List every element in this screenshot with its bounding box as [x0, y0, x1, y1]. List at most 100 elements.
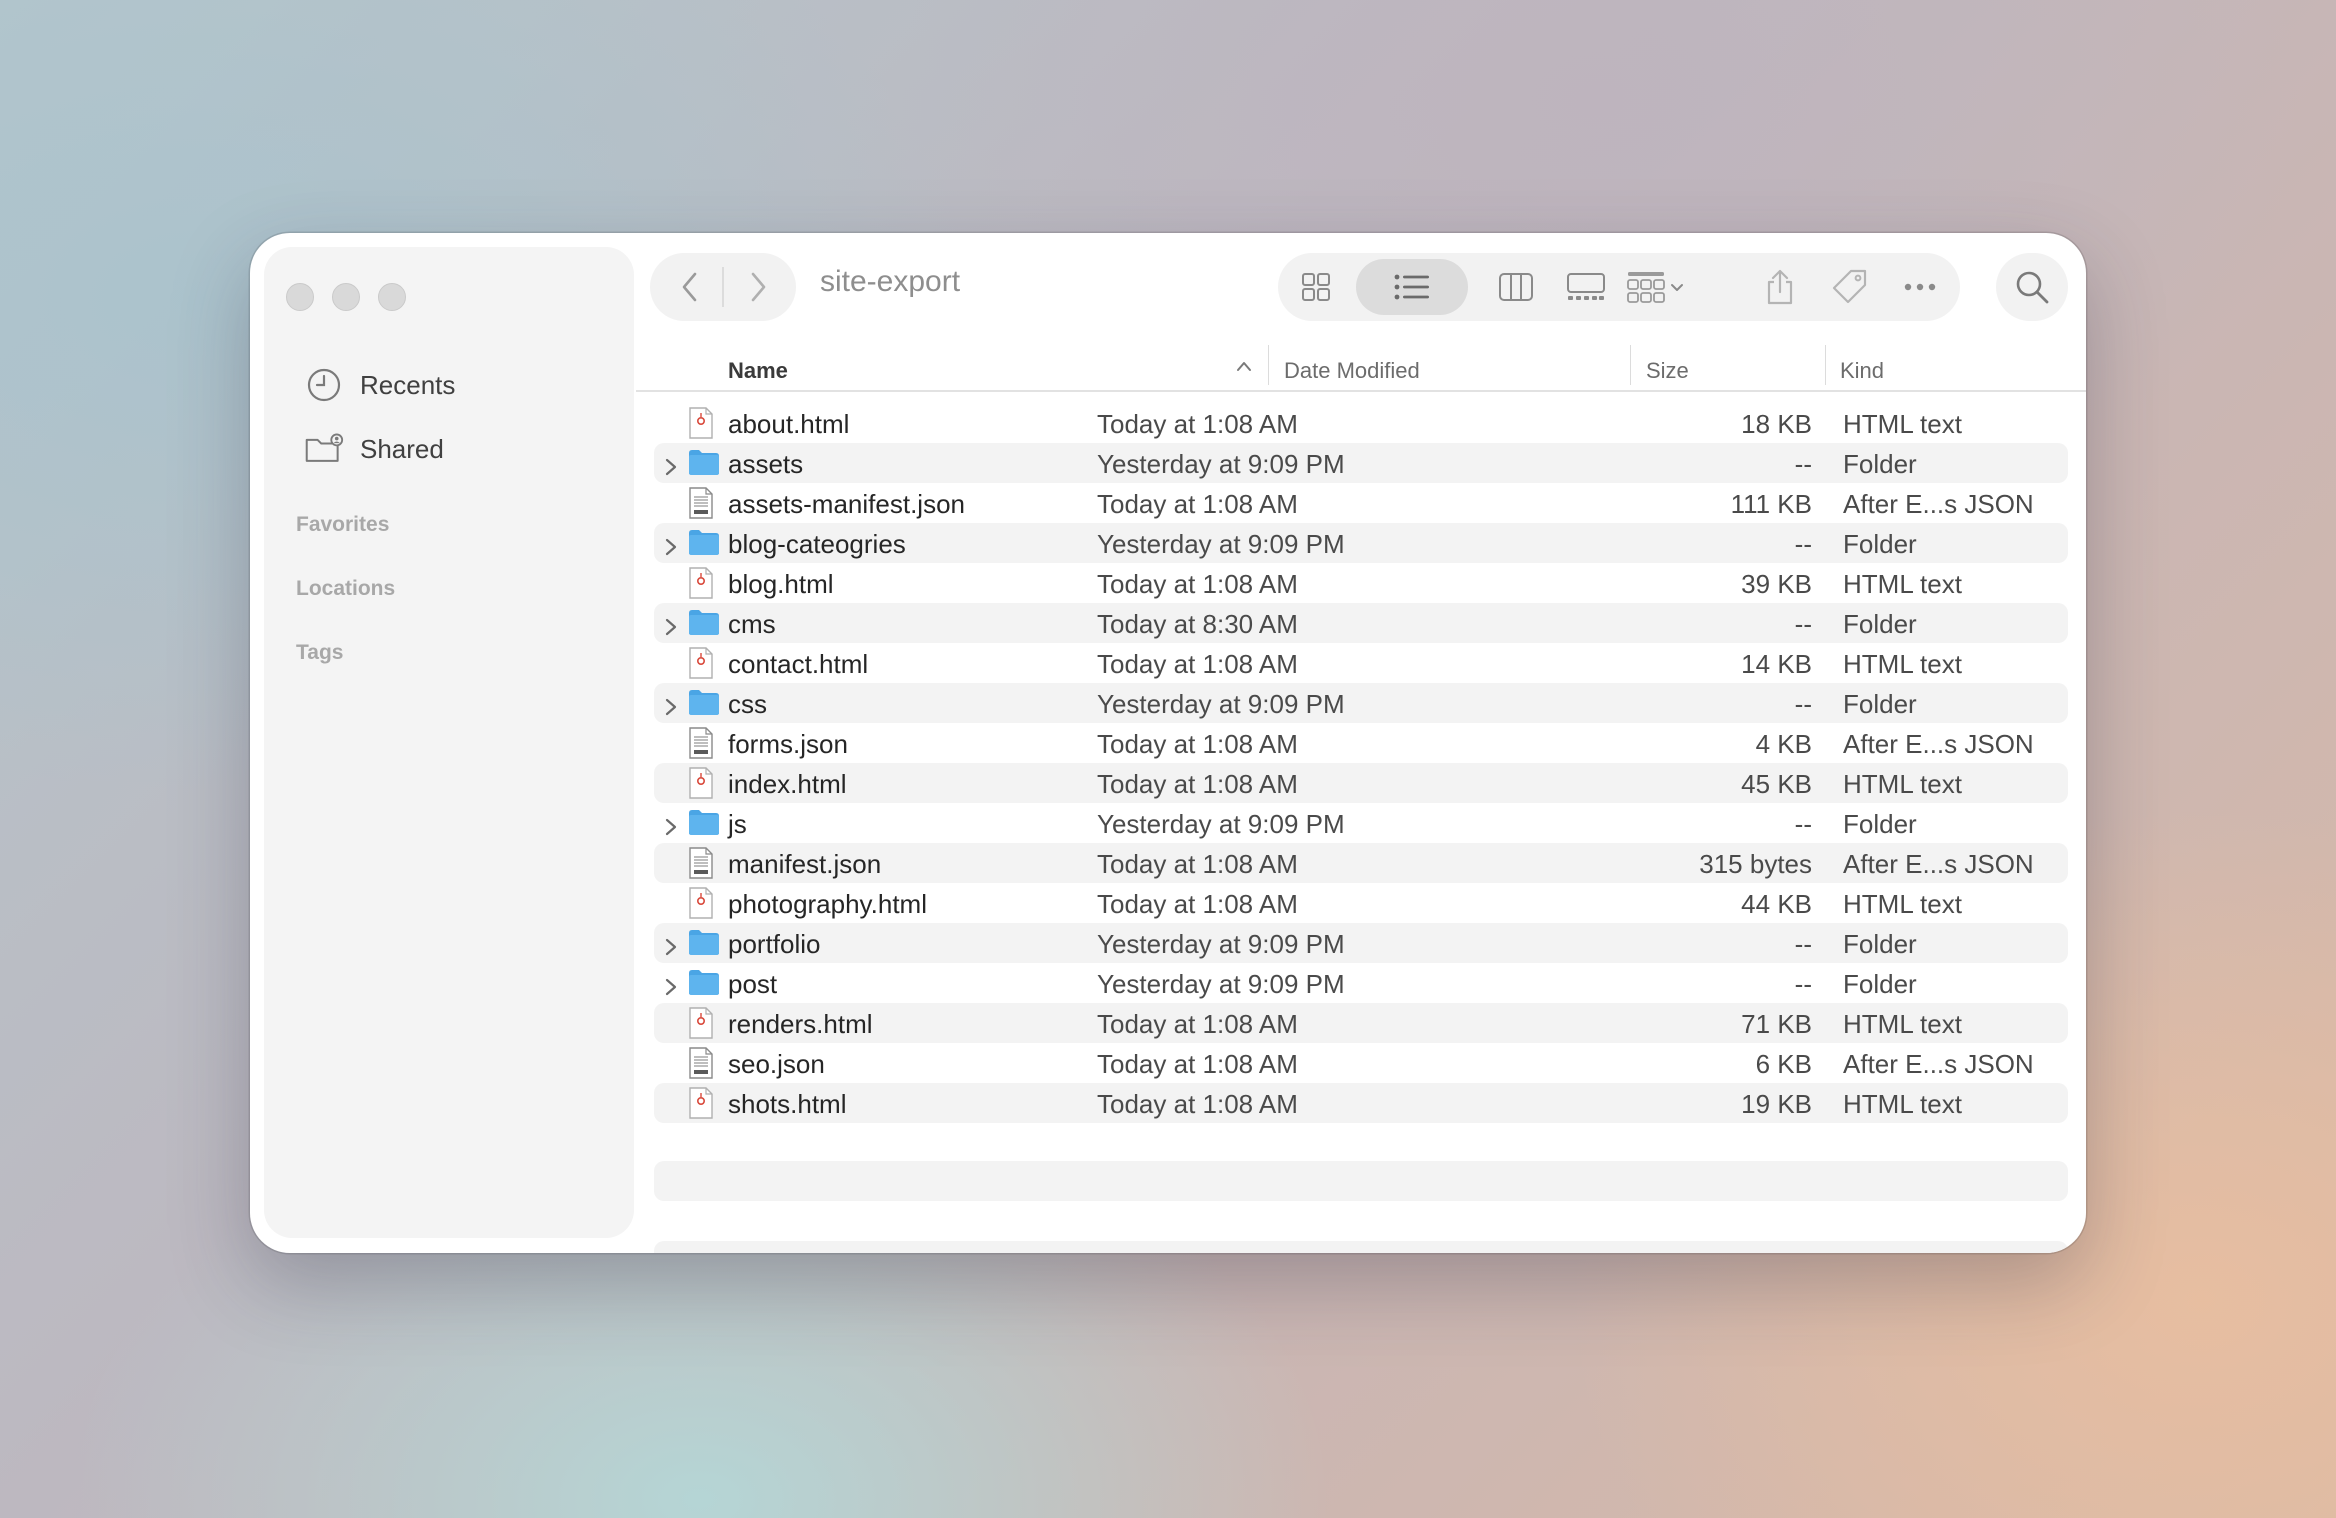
file-list: about.html Today at 1:08 AM 18 KB HTML text… — [654, 403, 2068, 1123]
file-row[interactable]: seo.json Today at 1:08 AM 6 KB After E...s … — [654, 1043, 2068, 1083]
column-header-date[interactable]: Date Modified — [1284, 351, 1420, 391]
file-kind: Folder — [1843, 529, 1917, 559]
list-icon — [1394, 274, 1429, 300]
file-name: post — [728, 969, 778, 999]
column-divider[interactable] — [1630, 345, 1631, 385]
zoom-window-button[interactable] — [378, 283, 406, 311]
html-file-icon — [688, 767, 718, 799]
file-size: 111 KB — [1730, 489, 1812, 519]
file-row[interactable]: index.html Today at 1:08 AM 45 KB HTML text — [654, 763, 2068, 803]
more-button[interactable] — [1896, 263, 1944, 311]
column-divider[interactable] — [1825, 345, 1826, 385]
sidebar-section-tags[interactable]: Tags — [296, 641, 343, 665]
json-file-icon — [688, 727, 718, 759]
file-row[interactable]: portfolio Yesterday at 9:09 PM -- Folder — [654, 923, 2068, 963]
file-name: js — [728, 809, 747, 839]
file-row[interactable]: assets-manifest.json Today at 1:08 AM 111 … — [654, 483, 2068, 523]
disclosure-chevron-icon[interactable] — [662, 813, 680, 836]
disclosure-chevron-icon[interactable] — [662, 533, 680, 556]
file-size: 315 bytes — [1699, 849, 1812, 879]
column-header-size[interactable]: Size — [1646, 351, 1689, 391]
column-view-button[interactable] — [1490, 263, 1542, 311]
file-row[interactable]: cms Today at 8:30 AM -- Folder — [654, 603, 2068, 643]
file-row[interactable]: manifest.json Today at 1:08 AM 315 bytes Af… — [654, 843, 2068, 883]
group-icon — [1622, 267, 1692, 307]
file-date-modified: Today at 1:08 AM — [1097, 769, 1298, 799]
file-row[interactable]: shots.html Today at 1:08 AM 19 KB HTML text — [654, 1083, 2068, 1123]
sidebar-section-locations[interactable]: Locations — [296, 577, 395, 601]
group-by-button[interactable] — [1606, 253, 1706, 321]
file-row[interactable]: photography.html Today at 1:08 AM 44 KB HTM… — [654, 883, 2068, 923]
file-date-modified: Yesterday at 9:09 PM — [1097, 449, 1345, 479]
sidebar-item-shared[interactable]: Shared — [304, 427, 444, 471]
file-name: manifest.json — [728, 849, 882, 879]
html-file-icon — [688, 647, 718, 679]
sort-ascending-icon[interactable] — [1236, 359, 1252, 378]
forward-button[interactable] — [738, 267, 778, 307]
file-row[interactable]: forms.json Today at 1:08 AM 4 KB After E...… — [654, 723, 2068, 763]
columns-icon — [1499, 273, 1533, 301]
search-button[interactable] — [1996, 253, 2068, 321]
gallery-view-button[interactable] — [1560, 263, 1612, 311]
file-row[interactable]: renders.html Today at 1:08 AM 71 KB HTML te… — [654, 1003, 2068, 1043]
file-size: 18 KB — [1741, 409, 1812, 439]
file-date-modified: Today at 1:08 AM — [1097, 889, 1298, 919]
disclosure-chevron-icon[interactable] — [662, 613, 680, 636]
file-row[interactable]: post Yesterday at 9:09 PM -- Folder — [654, 963, 2068, 1003]
sidebar-section-favorites[interactable]: Favorites — [296, 513, 389, 537]
list-view-button[interactable] — [1356, 259, 1468, 315]
icon-view-button[interactable] — [1292, 263, 1340, 311]
html-file-icon — [688, 1087, 718, 1119]
file-kind: HTML text — [1843, 1009, 1962, 1039]
file-kind: HTML text — [1843, 569, 1962, 599]
file-date-modified: Today at 8:30 AM — [1097, 609, 1298, 639]
folder-icon — [688, 967, 719, 999]
folder-icon — [688, 527, 719, 559]
shared-folder-icon — [304, 429, 344, 469]
file-kind: HTML text — [1843, 649, 1962, 679]
column-divider[interactable] — [1268, 345, 1269, 385]
file-date-modified: Yesterday at 9:09 PM — [1097, 809, 1345, 839]
share-button[interactable] — [1756, 263, 1804, 311]
file-kind: Folder — [1843, 809, 1917, 839]
file-name: photography.html — [728, 889, 927, 919]
file-row[interactable]: css Yesterday at 9:09 PM -- Folder — [654, 683, 2068, 723]
sidebar-item-recents[interactable]: Recents — [304, 363, 455, 407]
file-row[interactable]: blog.html Today at 1:08 AM 39 KB HTML text — [654, 563, 2068, 603]
json-file-icon — [688, 1047, 718, 1079]
column-header-kind[interactable]: Kind — [1840, 351, 1884, 391]
column-header-name[interactable]: Name — [728, 351, 788, 391]
tag-button[interactable] — [1826, 263, 1874, 311]
file-date-modified: Yesterday at 9:09 PM — [1097, 929, 1345, 959]
file-kind: After E...s JSON — [1843, 489, 2034, 519]
disclosure-chevron-icon[interactable] — [662, 933, 680, 956]
file-row[interactable]: js Yesterday at 9:09 PM -- Folder — [654, 803, 2068, 843]
folder-icon — [688, 447, 719, 479]
file-size: -- — [1794, 449, 1812, 479]
file-kind: Folder — [1843, 609, 1917, 639]
folder-icon — [688, 687, 719, 719]
file-name: portfolio — [728, 929, 821, 959]
disclosure-chevron-icon[interactable] — [662, 973, 680, 996]
search-icon — [2010, 265, 2054, 309]
close-window-button[interactable] — [286, 283, 314, 311]
file-kind: HTML text — [1843, 769, 1962, 799]
file-name: cms — [728, 609, 776, 639]
disclosure-chevron-icon[interactable] — [662, 693, 680, 716]
file-row[interactable]: about.html Today at 1:08 AM 18 KB HTML text — [654, 403, 2068, 443]
file-kind: Folder — [1843, 929, 1917, 959]
file-row[interactable]: blog-cateogries Yesterday at 9:09 PM -- Fol… — [654, 523, 2068, 563]
tag-icon — [1832, 269, 1867, 304]
disclosure-chevron-icon[interactable] — [662, 453, 680, 476]
file-date-modified: Today at 1:08 AM — [1097, 1049, 1298, 1079]
file-row[interactable]: assets Yesterday at 9:09 PM -- Folder — [654, 443, 2068, 483]
file-row[interactable]: contact.html Today at 1:08 AM 14 KB HTML te… — [654, 643, 2068, 683]
minimize-window-button[interactable] — [332, 283, 360, 311]
file-size: 44 KB — [1741, 889, 1812, 919]
back-button[interactable] — [670, 267, 710, 307]
sidebar-item-label: Shared — [360, 433, 444, 464]
file-size: -- — [1794, 929, 1812, 959]
share-icon — [1767, 269, 1793, 305]
file-name: forms.json — [728, 729, 848, 759]
file-size: -- — [1794, 809, 1812, 839]
